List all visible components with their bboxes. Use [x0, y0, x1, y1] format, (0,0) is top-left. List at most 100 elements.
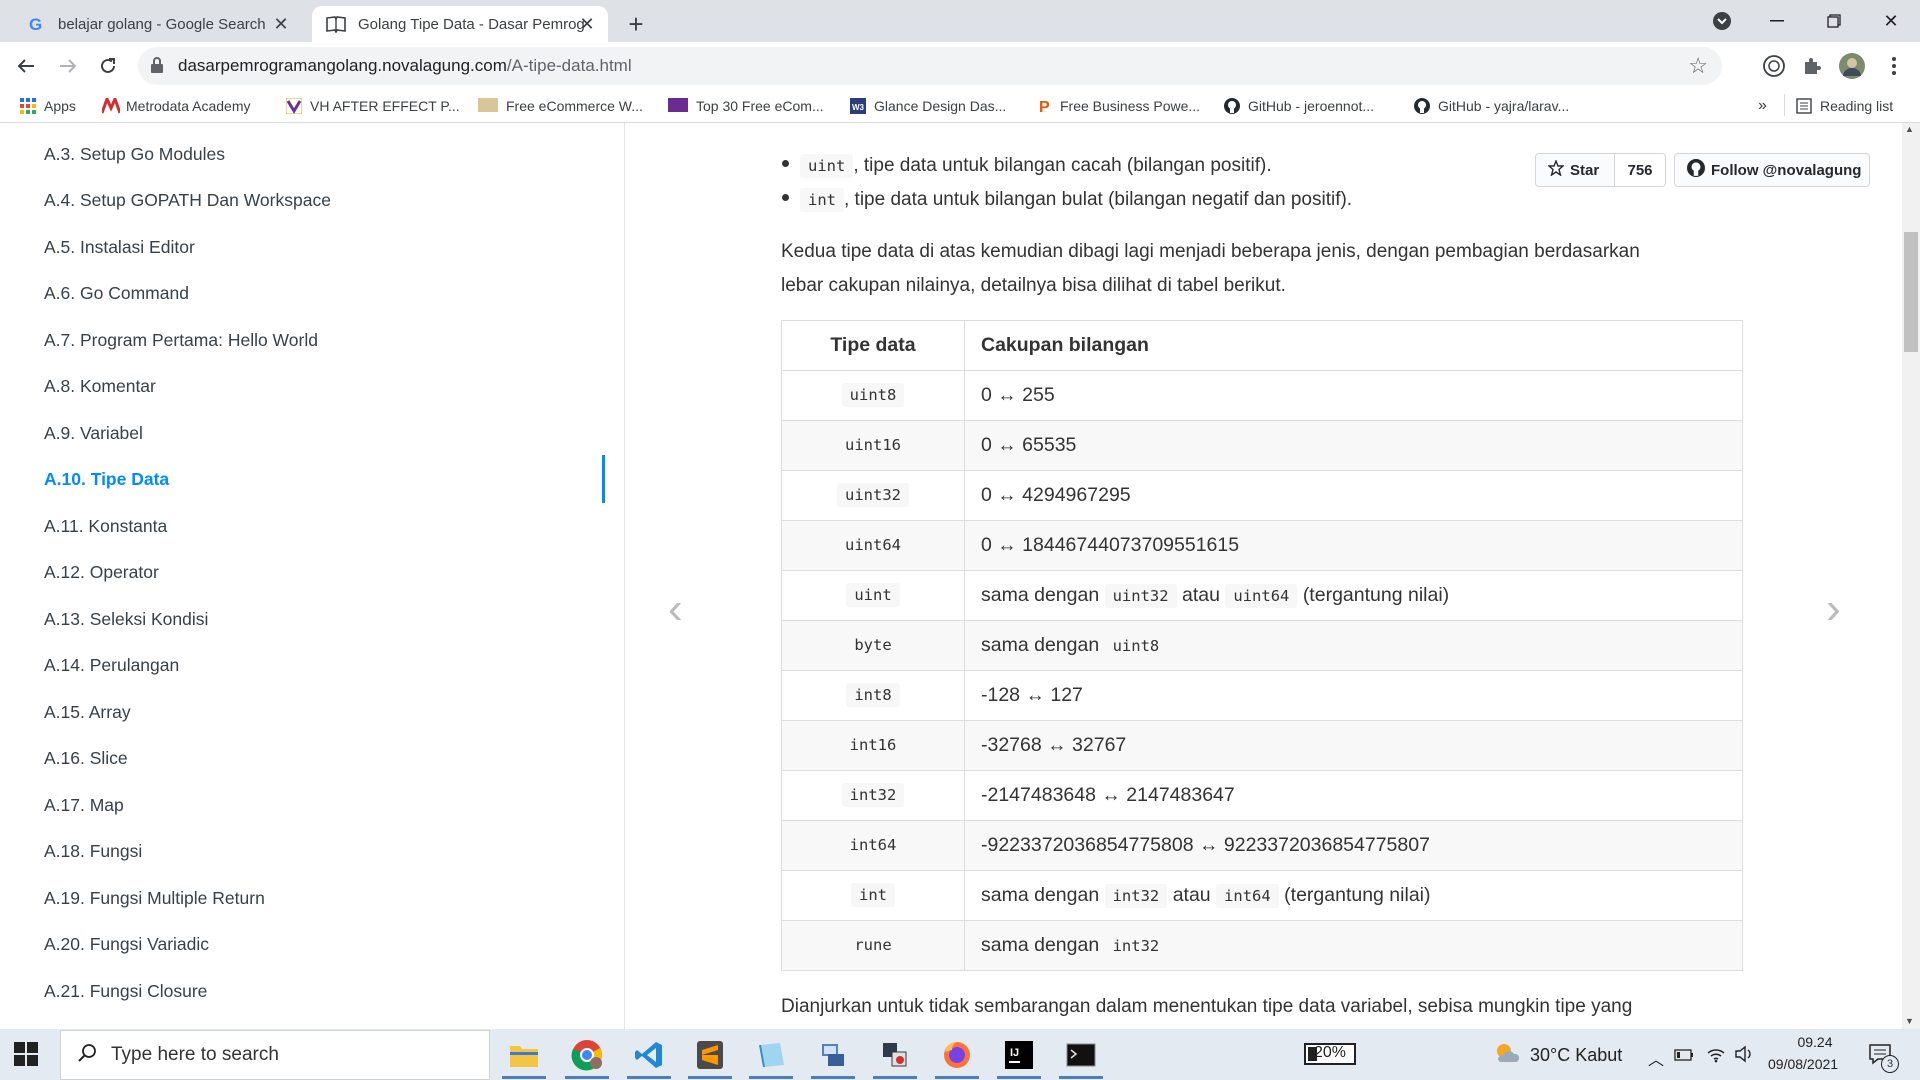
sidebar-item-active[interactable]: A.10. Tipe Data	[44, 469, 169, 490]
sidebar-item[interactable]: A.7. Program Pertama: Hello World	[44, 330, 318, 351]
table-row: rune sama dengan int32	[781, 920, 1743, 971]
scroll-down-arrow-icon[interactable]: ▼	[1905, 1016, 1914, 1026]
reading-list-button[interactable]: Reading list	[1796, 95, 1893, 117]
inline-code: int64	[849, 836, 897, 854]
sidebar-item[interactable]: A.17. Map	[44, 795, 124, 816]
bullet-dot	[782, 194, 789, 201]
wifi-icon[interactable]	[1706, 1045, 1726, 1068]
reload-icon[interactable]	[92, 50, 124, 82]
inline-code: uint16	[845, 436, 901, 454]
minimize-icon[interactable]	[1748, 0, 1806, 42]
sidebar-item[interactable]: A.15. Array	[44, 702, 131, 723]
weather-text[interactable]: 30°C Kabut	[1530, 1045, 1622, 1066]
new-tab-button[interactable]: +	[620, 8, 652, 40]
file-explorer-icon[interactable]	[496, 1031, 552, 1079]
clock-date[interactable]: 09/08/2021	[1768, 1056, 1838, 1072]
range-cell: 0 ↔ 65535	[964, 420, 1743, 471]
scrollbar-thumb[interactable]	[1904, 232, 1918, 352]
prev-page-arrow[interactable]: ‹	[668, 584, 683, 634]
back-arrow-icon[interactable]	[10, 50, 42, 82]
tab-strip: G belajar golang - Google Search ✕ Golan…	[0, 0, 1920, 42]
inline-code: uint32	[837, 483, 909, 507]
terminal-icon[interactable]	[1053, 1031, 1109, 1079]
inline-code: uint	[800, 154, 854, 178]
list-item-uint: uint , tipe data untuk bilangan cacah (b…	[782, 154, 1272, 178]
svg-text:G: G	[29, 15, 42, 33]
vscode-icon[interactable]	[621, 1031, 677, 1079]
extension-circle-icon[interactable]	[1758, 50, 1790, 82]
sidebar-item[interactable]: A.9. Variabel	[44, 423, 143, 444]
close-tab-icon[interactable]: ✕	[576, 13, 598, 35]
github-star-button[interactable]: Star	[1535, 153, 1615, 187]
github-follow-button[interactable]: Follow @novalagung	[1674, 153, 1870, 187]
sidebar-item[interactable]: A.21. Fungsi Closure	[44, 981, 207, 1002]
url-text: dasarpemrogramangolang.novalagung.com/A-…	[178, 56, 632, 75]
type-cell: int64	[781, 820, 965, 871]
volume-icon[interactable]	[1734, 1045, 1754, 1068]
sidebar-item[interactable]: A.12. Operator	[44, 562, 159, 583]
bookmark-vh-after-effect[interactable]: VH AFTER EFFECT P...	[285, 95, 460, 117]
forward-arrow-icon[interactable]	[52, 50, 84, 82]
sidebar-item[interactable]: A.14. Perulangan	[44, 655, 179, 676]
snipping-tool-icon[interactable]	[867, 1031, 923, 1079]
github-star-count[interactable]: 756	[1614, 153, 1666, 187]
intellij-icon[interactable]: IJ	[991, 1031, 1047, 1079]
firefox-icon[interactable]	[929, 1031, 985, 1079]
close-tab-icon[interactable]: ✕	[270, 13, 292, 35]
sublime-text-icon[interactable]	[682, 1031, 738, 1079]
sidebar-item[interactable]: A.3. Setup Go Modules	[44, 144, 225, 165]
inline-code: uint8	[1112, 637, 1160, 655]
taskbar-search-box[interactable]: Type here to search	[60, 1030, 490, 1080]
bookmark-star-icon[interactable]: ☆	[1688, 53, 1708, 79]
bookmark-github-yajra[interactable]: GitHub - yajra/larav...	[1414, 95, 1569, 117]
bookmark-github-jeroennot[interactable]: GitHub - jeroennot...	[1224, 95, 1374, 117]
address-bar[interactable]: dasarpemrogramangolang.novalagung.com/A-…	[138, 47, 1722, 85]
sidebar-item[interactable]: A.19. Fungsi Multiple Return	[44, 888, 265, 909]
bookmark-apps[interactable]: Apps	[20, 95, 76, 117]
bookmark-top30-ecommerce[interactable]: Top 30 Free eCom...	[668, 95, 824, 117]
extensions-puzzle-icon[interactable]	[1796, 50, 1828, 82]
profile-avatar-icon[interactable]	[1836, 50, 1868, 82]
tab-google-search[interactable]: G belajar golang - Google Search ✕	[12, 6, 302, 42]
scroll-up-arrow-icon[interactable]: ▲	[1905, 124, 1914, 134]
type-cell: int32	[781, 770, 965, 821]
type-cell: uint16	[781, 420, 965, 471]
chevron-up-icon[interactable]: ︿	[1648, 1046, 1664, 1070]
close-window-icon[interactable]: ✕	[1862, 0, 1920, 42]
bookmark-metrodata[interactable]: Metrodata Academy	[100, 94, 251, 117]
windows-start-icon[interactable]	[14, 1042, 38, 1071]
lock-icon[interactable]	[150, 56, 164, 79]
sidebar-item[interactable]: A.6. Go Command	[44, 283, 189, 304]
notepad-app-icon[interactable]	[743, 1031, 799, 1079]
bookmark-free-business[interactable]: P Free Business Powe...	[1036, 95, 1200, 117]
battery-meter[interactable]: 20%	[1304, 1043, 1356, 1065]
sidebar-item[interactable]: A.18. Fungsi	[44, 841, 142, 862]
restore-icon[interactable]	[1805, 0, 1863, 42]
cell-text: sama dengan	[981, 584, 1100, 606]
bookmark-glance-design[interactable]: W3 Glance Design Das...	[850, 95, 1006, 117]
bookmarks-overflow-button[interactable]: »	[1758, 95, 1767, 117]
chrome-icon[interactable]	[559, 1031, 615, 1079]
range-cell: -128 ↔ 127	[964, 670, 1743, 721]
battery-icon[interactable]	[1674, 1048, 1694, 1066]
table-row: int64 -9223372036854775808 ↔ 92233720368…	[781, 820, 1743, 871]
sidebar-item[interactable]: A.8. Komentar	[44, 376, 156, 397]
clock-time[interactable]: 09.24	[1790, 1034, 1840, 1050]
book-sidebar: A.3. Setup Go Modules A.4. Setup GOPATH …	[0, 123, 625, 1029]
sidebar-item[interactable]: A.11. Konstanta	[44, 516, 167, 537]
sidebar-item[interactable]: A.13. Seleksi Kondisi	[44, 609, 208, 630]
tab-search-icon[interactable]	[1693, 0, 1751, 42]
tab-golang-tipe-data[interactable]: Golang Tipe Data - Dasar Pemrog ✕	[312, 6, 608, 42]
sidebar-item[interactable]: A.20. Fungsi Variadic	[44, 934, 209, 955]
next-page-arrow[interactable]: ›	[1826, 584, 1841, 634]
sidebar-item[interactable]: A.4. Setup GOPATH Dan Workspace	[44, 190, 331, 211]
sidebar-item[interactable]: A.5. Instalasi Editor	[44, 237, 195, 258]
chrome-menu-icon[interactable]	[1878, 50, 1910, 82]
paragraph: Kedua tipe data di atas kemudian dibagi …	[781, 235, 1781, 303]
network-app-icon[interactable]	[805, 1031, 861, 1079]
weather-icon[interactable]	[1494, 1042, 1520, 1069]
sidebar-item[interactable]: A.16. Slice	[44, 748, 128, 769]
cell-text: sama dengan	[981, 934, 1100, 956]
inline-code: int32	[1112, 937, 1160, 955]
bookmark-free-ecommerce[interactable]: Free eCommerce W...	[478, 95, 643, 117]
